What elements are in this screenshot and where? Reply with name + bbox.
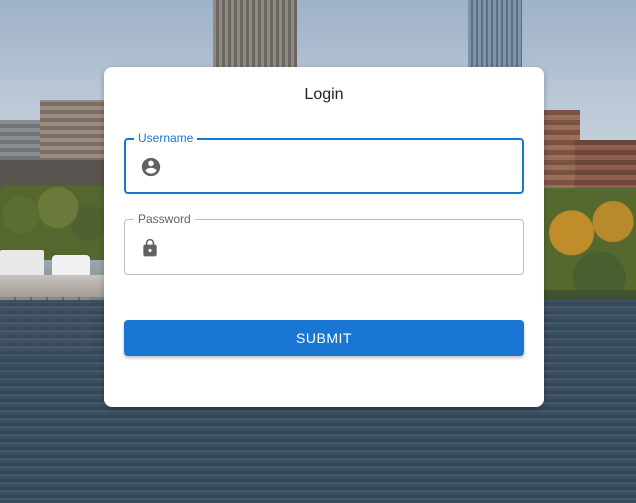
username-label: Username bbox=[134, 131, 198, 145]
trees bbox=[544, 188, 636, 300]
account-circle-icon bbox=[140, 156, 162, 178]
username-field[interactable]: Username bbox=[124, 131, 524, 194]
trees bbox=[0, 185, 105, 260]
login-card: Login Username Password SUBMIT bbox=[104, 67, 544, 407]
username-input[interactable] bbox=[174, 148, 518, 186]
password-field[interactable]: Password bbox=[124, 212, 524, 275]
lock-icon bbox=[140, 237, 162, 259]
bridge bbox=[0, 275, 105, 297]
login-title: Login bbox=[304, 86, 344, 103]
password-label: Password bbox=[134, 212, 195, 226]
password-input[interactable] bbox=[173, 228, 517, 266]
submit-button[interactable]: SUBMIT bbox=[124, 320, 524, 356]
